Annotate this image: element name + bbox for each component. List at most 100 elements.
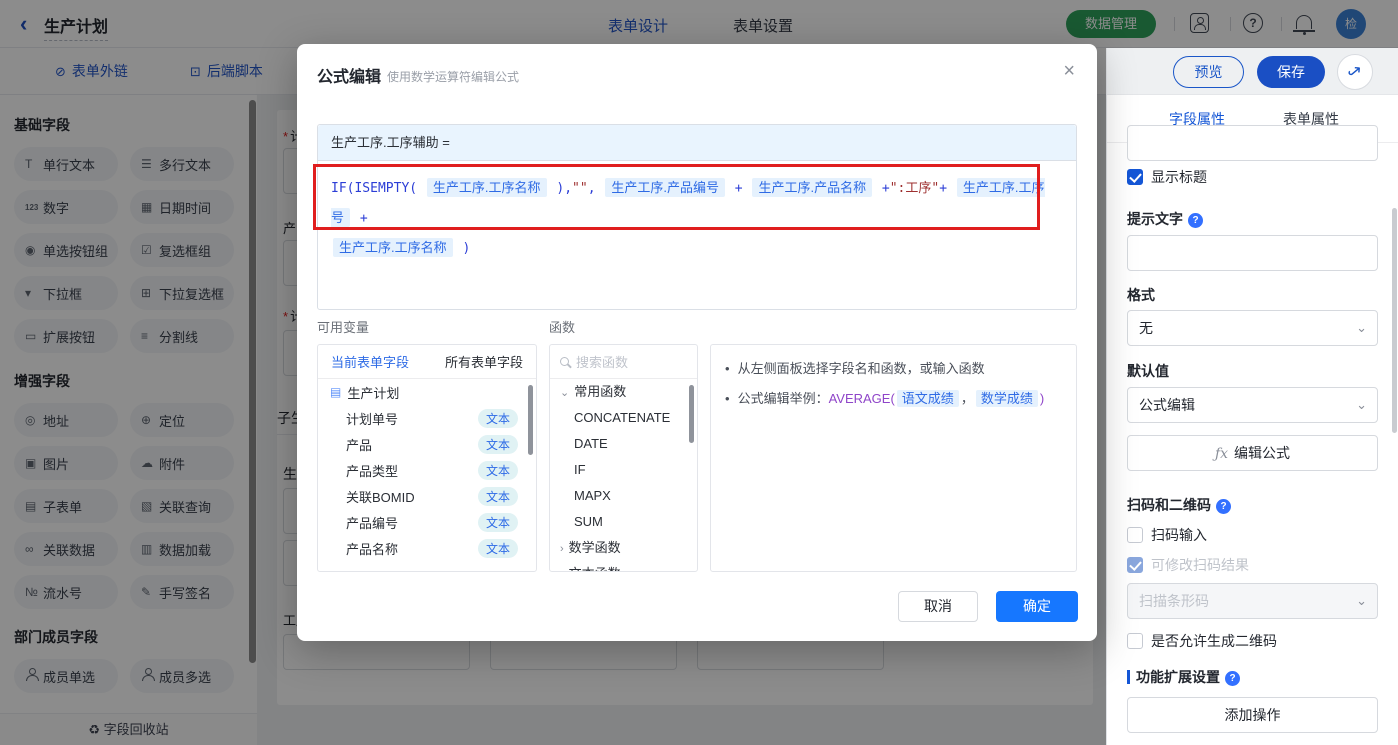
right-panel-scrollbar[interactable] xyxy=(1392,208,1397,433)
search-placeholder: 搜索函数 xyxy=(576,355,629,370)
default-value-select[interactable]: 公式编辑 ⌄ xyxy=(1127,387,1378,423)
formula-field-chip[interactable]: 生产工序.工序名称 xyxy=(426,178,547,197)
edit-formula-button[interactable]: ƒx 编辑公式 xyxy=(1127,435,1378,471)
help-icon[interactable]: ? xyxy=(1225,671,1240,686)
chevron-down-icon: ⌄ xyxy=(1356,593,1367,608)
help-icon[interactable]: ? xyxy=(1216,499,1231,514)
hint-text-label: 提示文字? xyxy=(1127,209,1203,229)
formula-field-chip[interactable]: 生产工序.工序名称 xyxy=(333,238,453,257)
show-title-checkbox[interactable]: 显示标题 xyxy=(1127,167,1207,187)
variable-name: 关联BOMID xyxy=(346,489,415,505)
search-icon xyxy=(560,357,569,366)
variable-type-badge: 文本 xyxy=(477,486,518,506)
variable-type-badge: 文本 xyxy=(477,460,518,480)
formula-code-area[interactable]: IF(ISEMPTY( 生产工序.工序名称 ),"", 生产工序.产品编号 + … xyxy=(318,161,1076,309)
cancel-button[interactable]: 取消 xyxy=(898,591,978,622)
hint-text-input[interactable] xyxy=(1127,235,1378,271)
variable-row[interactable]: 计划单号 文本 xyxy=(318,405,536,431)
functions-scrollbar[interactable] xyxy=(689,385,694,443)
variable-name: 产品名称 xyxy=(346,541,399,557)
help-icon[interactable]: ? xyxy=(1188,213,1203,228)
qr-allow-checkbox[interactable]: 是否允许生成二维码 xyxy=(1127,631,1277,651)
variable-row[interactable]: 产品 文本 xyxy=(318,431,536,457)
variable-name: 产品 xyxy=(346,437,373,453)
function-group-常用函数[interactable]: ⌄ 常用函数 xyxy=(550,379,697,405)
variable-type-badge: 文本 xyxy=(477,538,518,558)
variable-row[interactable]: 产品名称 文本 xyxy=(318,535,536,561)
function-search[interactable]: 搜索函数 xyxy=(550,345,697,379)
scan-input-checkbox[interactable]: 扫码输入 xyxy=(1127,525,1207,545)
add-action-button[interactable]: 添加操作 xyxy=(1127,697,1378,733)
function-item-IF[interactable]: IF xyxy=(550,457,697,483)
formula-editor-modal: 公式编辑 使用数学运算符编辑公式 × 生产工序.工序辅助 = IF(ISEMPT… xyxy=(297,44,1097,641)
formula-code-token: IF(ISEMPTY( xyxy=(331,181,425,196)
variables-root-name: 生产计划 xyxy=(347,385,400,401)
chevron-down-icon: ⌄ xyxy=(1356,397,1367,412)
modal-mask-top xyxy=(0,0,1398,48)
default-value-label: 默认值 xyxy=(1127,363,1169,379)
variable-type-badge: 文本 xyxy=(477,512,518,532)
variable-name: 产品类型 xyxy=(346,463,399,479)
tip-example: 公式编辑举例：AVERAGE(语文成绩，数学成绩) xyxy=(737,390,1045,407)
field-properties-content: 显示标题 提示文字? 格式 无 ⌄ 默认值 公式编辑 ⌄ ƒx 编辑公式 扫码和二维码… xyxy=(1107,125,1398,745)
formula-field-chip[interactable]: 生产工序.产品名称 xyxy=(752,178,873,197)
function-item-MAPX[interactable]: MAPX xyxy=(550,483,697,509)
checkbox-unchecked-icon xyxy=(1127,527,1143,543)
document-icon: ▤ xyxy=(330,385,342,399)
function-item-DATE[interactable]: DATE xyxy=(550,431,697,457)
tip-line-2: • 公式编辑举例：AVERAGE(语文成绩，数学成绩) xyxy=(711,384,1076,414)
checkbox-checked-icon xyxy=(1127,169,1143,185)
caret-right-icon: › xyxy=(560,569,564,571)
variables-scrollbar[interactable] xyxy=(528,385,533,455)
function-item-SUM[interactable]: SUM xyxy=(550,509,697,535)
formula-code-token: + xyxy=(939,181,955,196)
bullet-icon: • xyxy=(725,361,730,376)
scan-editable-checkbox: 可修改扫码结果 xyxy=(1127,555,1249,575)
checkbox-unchecked-icon xyxy=(1127,633,1143,649)
app-root: ‹ 生产计划 表单设计 表单设置 数据管理 ? 检 ⊘表单外链 ⊡后端脚本 ▤数… xyxy=(0,0,1398,745)
formula-code-token: + xyxy=(874,181,890,196)
chevron-down-icon: ⌄ xyxy=(1356,320,1367,335)
function-item-CONCATENATE[interactable]: CONCATENATE xyxy=(550,405,697,431)
checkbox-checked-disabled-icon xyxy=(1127,557,1143,573)
variables-root-row[interactable]: ▤ 生产计划 xyxy=(318,379,536,405)
format-select[interactable]: 无 ⌄ xyxy=(1127,310,1378,346)
caret-right-icon: › xyxy=(560,543,564,555)
field-chip: 数学成绩 xyxy=(975,390,1038,407)
formula-code-token: ) xyxy=(454,241,471,256)
confirm-button[interactable]: 确定 xyxy=(996,591,1078,622)
tips-panel: • 从左侧面板选择字段名和函数，或输入函数 • 公式编辑举例：AVERAGE(语… xyxy=(710,344,1077,572)
functions-list: ⌄常用函数CONCATENATEDATEIFMAPXSUM›数学函数›文本函数 xyxy=(550,379,697,571)
close-icon[interactable]: × xyxy=(1063,60,1075,83)
function-name: AVERAGE( xyxy=(828,391,895,406)
preview-button[interactable]: 预览 xyxy=(1173,56,1244,88)
scan-section-label: 扫码和二维码? xyxy=(1127,495,1231,515)
variables-tree: ▤ 生产计划 计划单号 文本 产品 文本 产品类型 文本 关联BOMID 文本 产品编号 文本 产品名称… xyxy=(318,379,536,561)
variable-row[interactable]: 产品类型 文本 xyxy=(318,457,536,483)
tab-all-form-fields[interactable]: 所有表单字段 xyxy=(445,352,523,371)
caret-down-icon: ⌄ xyxy=(560,387,570,399)
function-group-文本函数[interactable]: ›文本函数 xyxy=(550,561,697,571)
formula-string-literal: "" xyxy=(572,181,588,196)
right-panel: 预览 保存 ↪ 字段属性 表单属性 显示标题 提示文字? 格式 无 ⌄ 默认值 公… xyxy=(1106,48,1398,745)
functions-panel: 搜索函数 ⌄常用函数CONCATENATEDATEIFMAPXSUM›数学函数›… xyxy=(549,344,698,572)
section-bar xyxy=(1127,670,1130,684)
modal-title: 公式编辑 xyxy=(317,69,382,86)
variables-panel: 当前表单字段 所有表单字段 ▤ 生产计划 计划单号 文本 产品 文本 产品类型 文本 关联BOM… xyxy=(317,344,537,572)
variable-row[interactable]: 关联BOMID 文本 xyxy=(318,483,536,509)
formula-code-token: + xyxy=(726,181,751,196)
share-button[interactable]: ↪ xyxy=(1337,54,1373,90)
tab-current-form-fields[interactable]: 当前表单字段 xyxy=(331,352,409,371)
functions-label: 函数 xyxy=(549,320,576,335)
function-name: ) xyxy=(1039,391,1045,406)
formula-field-chip[interactable]: 生产工序.产品编号 xyxy=(605,178,725,197)
save-button[interactable]: 保存 xyxy=(1257,56,1325,88)
formula-code-token: + xyxy=(352,211,368,226)
title-input-partial[interactable] xyxy=(1127,125,1378,161)
function-group-数学函数[interactable]: › 数学函数 xyxy=(550,535,697,561)
formula-editor: 生产工序.工序辅助 = IF(ISEMPTY( 生产工序.工序名称 ),"", … xyxy=(317,124,1077,310)
modal-subtitle: 使用数学运算符编辑公式 xyxy=(387,70,520,84)
formula-string-literal: ":工序" xyxy=(889,181,940,196)
variable-row[interactable]: 产品编号 文本 xyxy=(318,509,536,535)
share-arrow-icon: ↪ xyxy=(1343,59,1367,84)
